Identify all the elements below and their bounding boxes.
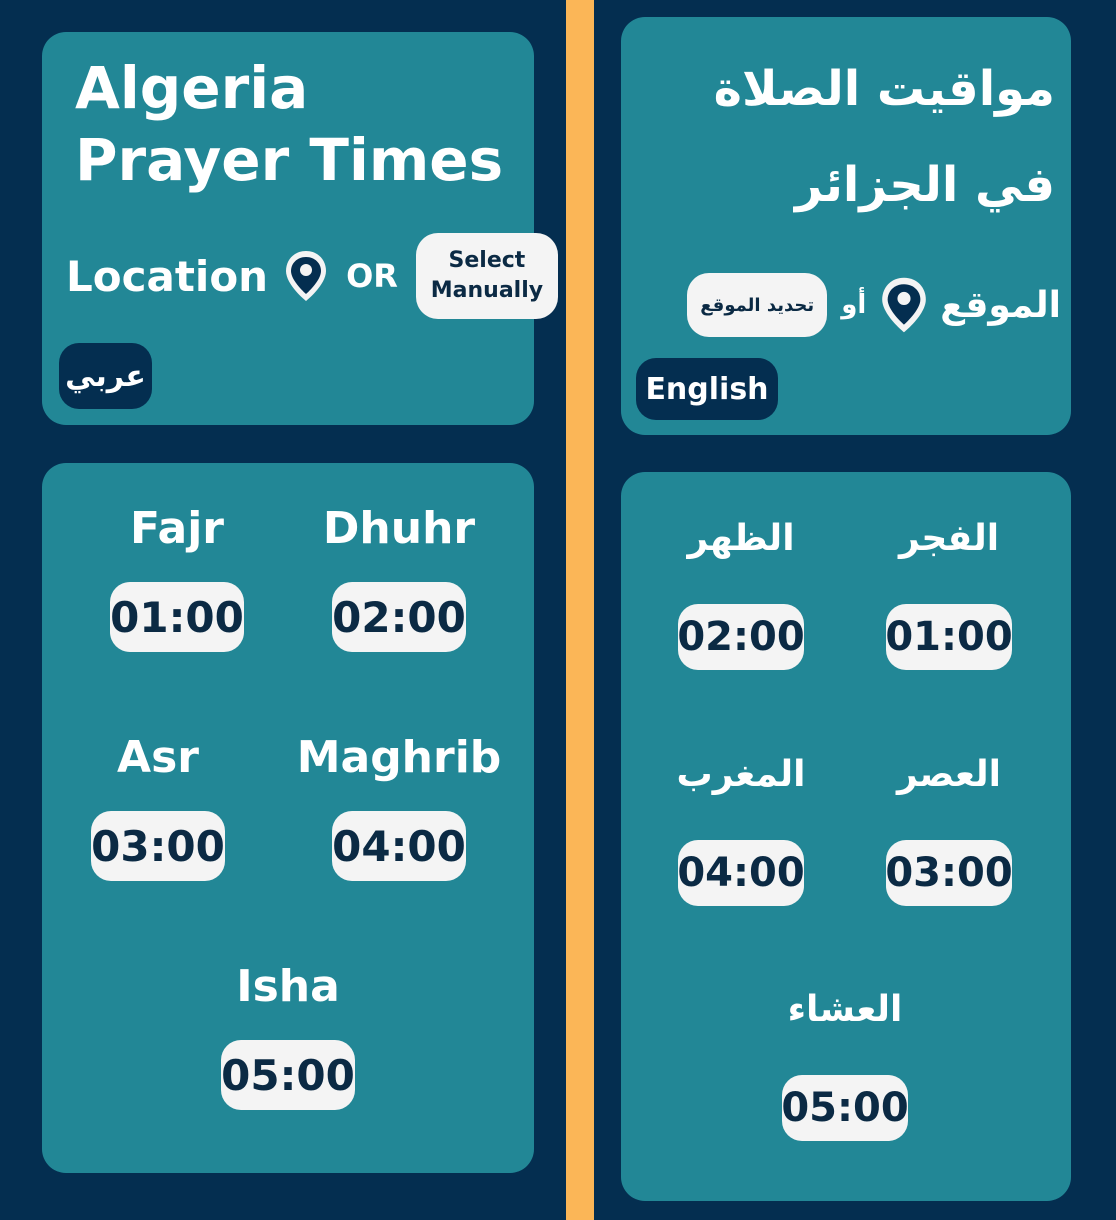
select-location-button-arabic[interactable]: تحديد الموقع — [687, 273, 828, 337]
header-card-arabic: مواقيت الصلاة في الجزائر الموقع أو تحديد… — [621, 17, 1071, 435]
time-dhuhr: 02:00 — [332, 582, 466, 652]
language-toggle-button[interactable]: English — [636, 358, 778, 420]
prayer-name-dhuhr: Dhuhr — [322, 503, 476, 554]
prayer-name-dhuhr-arabic: الظهر — [687, 518, 795, 559]
prayer-name-fajr: Fajr — [130, 503, 224, 554]
time-maghrib: 04:00 — [332, 811, 466, 881]
panel-divider — [566, 0, 594, 1220]
or-label-arabic: أو — [841, 290, 867, 320]
location-row-arabic: الموقع أو تحديد الموقع — [687, 261, 1061, 349]
time-fajr-arabic: 01:00 — [885, 604, 1013, 670]
prayer-name-asr-arabic: العصر — [896, 754, 1002, 795]
page-title-arabic: مواقيت الصلاة في الجزائر — [713, 61, 1055, 213]
time-isha: 05:00 — [221, 1040, 355, 1110]
prayer-name-isha: Isha — [236, 961, 340, 1012]
prayer-name-asr: Asr — [117, 732, 199, 783]
time-maghrib-arabic: 04:00 — [677, 840, 805, 906]
prayer-name-maghrib-arabic: المغرب — [676, 754, 806, 795]
time-fajr: 01:00 — [110, 582, 244, 652]
or-label: OR — [346, 257, 398, 295]
location-label-arabic: الموقع — [940, 284, 1061, 326]
language-toggle-button[interactable]: عربي — [59, 343, 152, 409]
header-card-english: Algeria Prayer Times Location OR Select … — [42, 32, 558, 425]
location-row: Location OR Select Manually — [66, 232, 558, 320]
location-label: Location — [66, 251, 269, 301]
time-isha-arabic: 05:00 — [781, 1075, 909, 1141]
select-manually-button[interactable]: Select Manually — [415, 233, 558, 319]
time-asr: 03:00 — [91, 811, 225, 881]
prayer-name-fajr-arabic: الفجر — [898, 518, 1000, 559]
page-title: Algeria Prayer Times — [75, 54, 504, 194]
time-asr-arabic: 03:00 — [885, 840, 1013, 906]
location-pin-icon[interactable] — [880, 277, 928, 333]
prayer-name-maghrib: Maghrib — [296, 732, 502, 783]
location-pin-icon[interactable] — [282, 248, 330, 304]
prayer-times-card-arabic: الفجر 01:00 الظهر 02:00 العصر 03:00 المغ… — [621, 472, 1071, 1201]
prayer-times-card-english: Fajr 01:00 Dhuhr 02:00 Asr 03:00 Maghrib… — [42, 463, 534, 1173]
prayer-name-isha-arabic: العشاء — [787, 989, 903, 1030]
time-dhuhr-arabic: 02:00 — [677, 604, 805, 670]
